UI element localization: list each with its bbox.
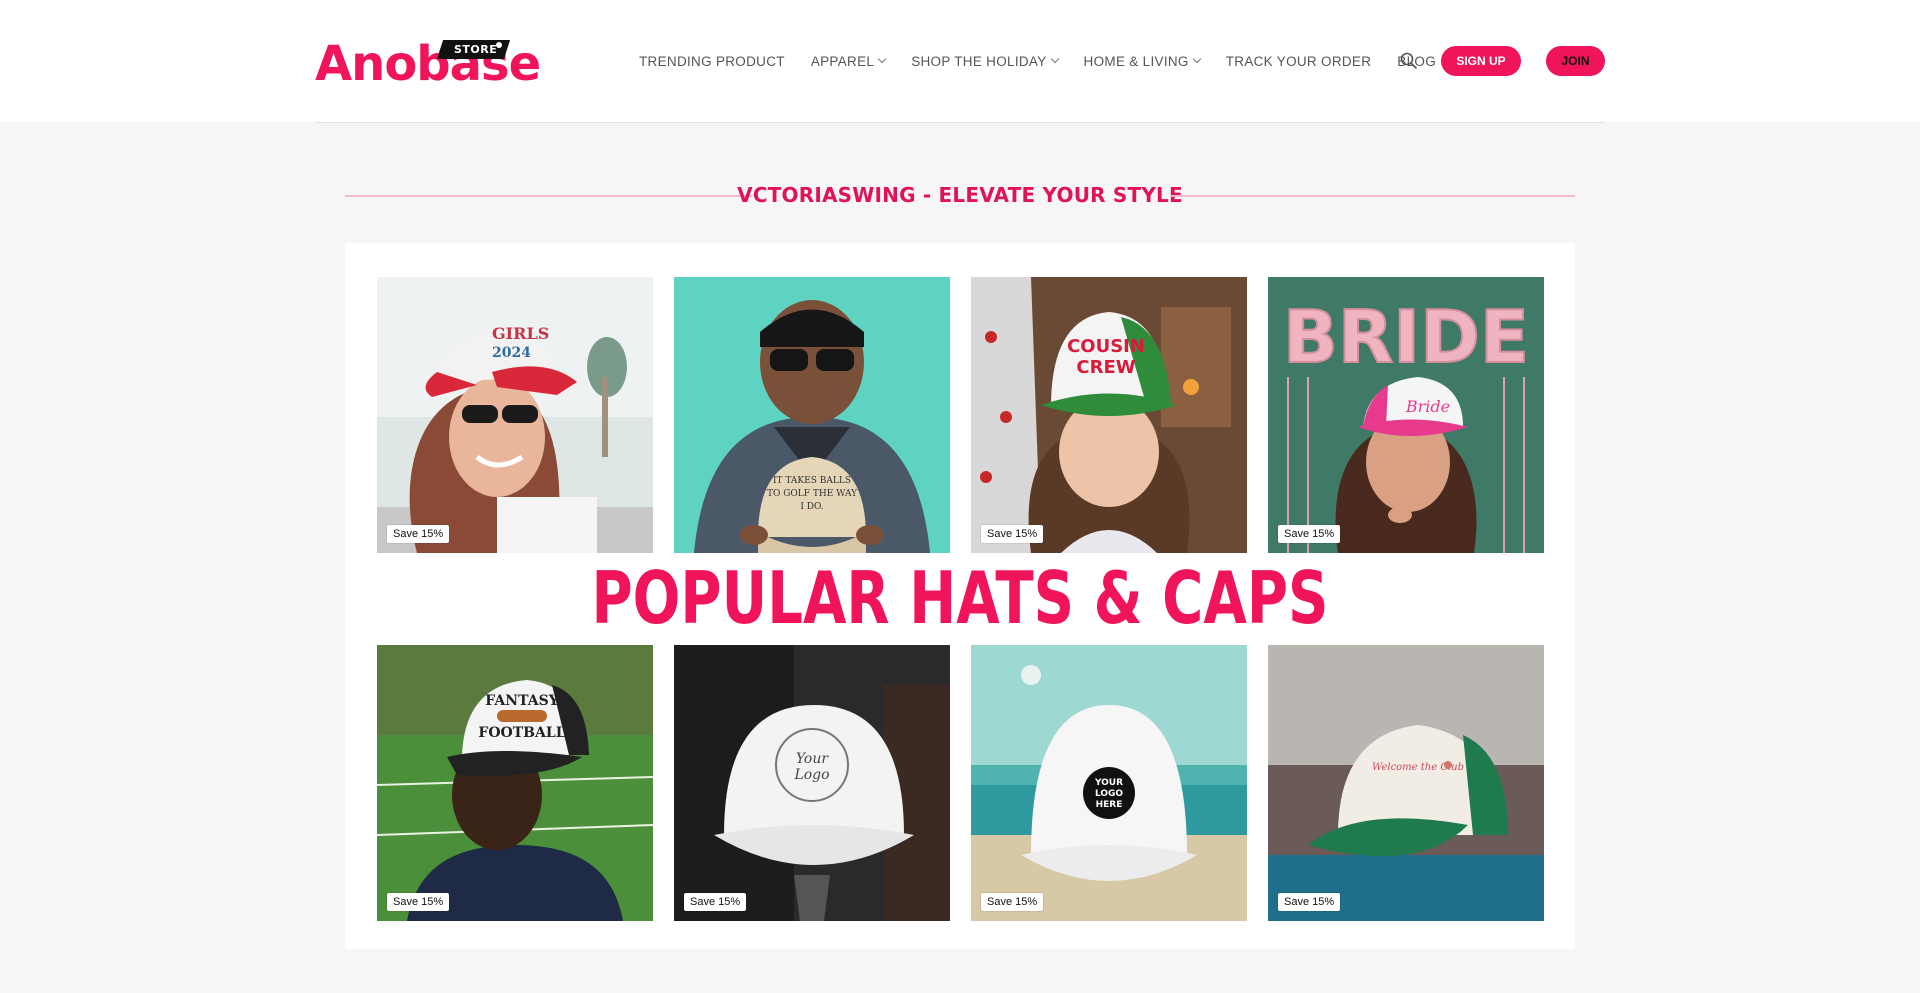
brand-logo-dot: [496, 42, 502, 48]
svg-text:I DO.: I DO.: [800, 502, 823, 512]
product-image-khaki-golf-cap: IT TAKES BALLS TO GOLF THE WAY I DO.: [674, 277, 950, 553]
nav-item-trending-product[interactable]: TRENDING PRODUCT: [639, 54, 785, 69]
header-divider: [315, 122, 1605, 123]
chevron-down-icon: [1192, 54, 1201, 64]
svg-text:Your: Your: [796, 751, 829, 767]
nav-item-shop-the-holiday[interactable]: SHOP THE HOLIDAY: [911, 54, 1059, 69]
product-image-fantasy-football-trucker: FANTASY FOOTBALL: [377, 645, 653, 921]
main-nav: TRENDING PRODUCT APPAREL SHOP THE HOLIDA…: [639, 51, 1462, 71]
svg-text:FANTASY: FANTASY: [485, 693, 559, 709]
product-card-2[interactable]: IT TAKES BALLS TO GOLF THE WAY I DO.: [674, 277, 950, 553]
product-card-4[interactable]: BRIDE Bride Save 15%: [1268, 277, 1544, 553]
product-card-8[interactable]: Welcome the Club Save 15%: [1268, 645, 1544, 921]
product-image-green-trucker-rail: Welcome the Club: [1268, 645, 1544, 921]
discount-badge: Save 15%: [1278, 893, 1341, 911]
section-heading: VCTORIASWING - ELEVATE YOUR STYLE: [345, 183, 1575, 209]
discount-badge: Save 15%: [981, 525, 1044, 543]
product-image-white-trucker-beach: YOUR LOGO HERE: [971, 645, 1247, 921]
svg-text:GIRLS: GIRLS: [492, 324, 549, 343]
brand-logo[interactable]: Anobase STORE: [315, 38, 545, 98]
chevron-down-icon: [877, 54, 887, 64]
heading-line-right: [1170, 195, 1575, 197]
nav-item-apparel[interactable]: APPAREL: [811, 54, 887, 69]
product-card-5[interactable]: FANTASY FOOTBALL Save 15%: [377, 645, 653, 921]
svg-text:TO GOLF THE WAY: TO GOLF THE WAY: [767, 489, 858, 499]
svg-text:YOUR: YOUR: [1094, 778, 1123, 788]
search-icon[interactable]: [1400, 52, 1417, 69]
product-card-1[interactable]: GIRLS 2024 Save 15%: [377, 277, 653, 553]
product-image-cousin-crew-trucker: COUSIN CREW: [971, 277, 1247, 553]
svg-text:2024: 2024: [492, 345, 531, 361]
product-image-red-trucker-hat: GIRLS 2024: [377, 277, 653, 553]
chevron-down-icon: [1050, 54, 1059, 64]
discount-badge: Save 15%: [387, 893, 450, 911]
product-card-3[interactable]: COUSIN CREW Save 15%: [971, 277, 1247, 553]
product-image-bride-trucker: BRIDE Bride: [1268, 277, 1544, 553]
nav-item-track-your-order[interactable]: TRACK YOUR ORDER: [1226, 54, 1372, 69]
svg-text:BRIDE: BRIDE: [1283, 295, 1529, 379]
popular-hats-banner: POPULAR HATS & CAPS: [591, 556, 1329, 640]
svg-text:HERE: HERE: [1096, 800, 1123, 810]
discount-badge: Save 15%: [387, 525, 450, 543]
svg-text:Bride: Bride: [1405, 397, 1450, 416]
svg-text:COUSIN: COUSIN: [1067, 336, 1145, 357]
nav-item-home-living[interactable]: HOME & LIVING: [1084, 54, 1201, 69]
join-button[interactable]: JOIN: [1546, 46, 1605, 76]
product-card-7[interactable]: YOUR LOGO HERE Save 15%: [971, 645, 1247, 921]
svg-text:CREW: CREW: [1076, 357, 1135, 378]
discount-badge: Save 15%: [1278, 525, 1341, 543]
sign-up-button[interactable]: SIGN UP: [1441, 46, 1521, 76]
product-card-6[interactable]: Your Logo Save 15%: [674, 645, 950, 921]
discount-badge: Save 15%: [684, 893, 747, 911]
svg-text:IT TAKES BALLS: IT TAKES BALLS: [773, 476, 851, 486]
svg-text:FOOTBALL: FOOTBALL: [478, 725, 565, 741]
svg-text:LOGO: LOGO: [1095, 789, 1123, 799]
product-image-white-logo-cap: Your Logo: [674, 645, 950, 921]
discount-badge: Save 15%: [981, 893, 1044, 911]
svg-text:Logo: Logo: [793, 767, 829, 783]
